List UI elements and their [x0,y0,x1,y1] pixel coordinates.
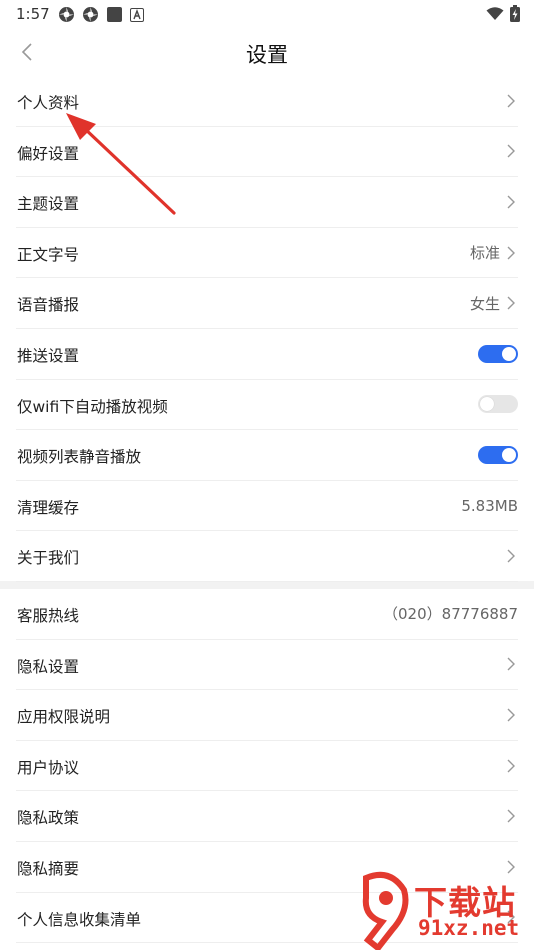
setting-label: 清理缓存 [17,498,80,517]
settings-row[interactable]: 关于我们 [16,531,518,582]
battery-charging-icon [510,5,520,22]
setting-control [504,690,518,740]
settings-row[interactable]: 正文字号 标准 [16,228,518,279]
setting-control [478,329,518,379]
section-divider [0,580,534,589]
chevron-right-icon [504,707,518,723]
watermark-logo-icon [362,872,409,950]
setting-label: 客服热线 [17,606,80,625]
setting-label: 个人资料 [17,94,80,112]
chevron-right-icon [504,295,518,311]
setting-label: 正文字号 [17,245,80,264]
toggle-switch[interactable] [478,395,518,414]
watermark: 下载站 91xz.net [356,870,534,950]
settings-row[interactable]: 个人资料 [16,76,518,127]
setting-value: 女生 [469,294,500,313]
chevron-right-icon [504,93,518,109]
setting-control [478,380,518,430]
a-notification-icon [130,7,144,22]
settings-row[interactable]: 偏好设置 [16,127,518,178]
settings-row[interactable]: 清理缓存 5.83MB [16,481,518,532]
chevron-right-icon [504,656,518,672]
status-bar: 1:57 [0,0,534,28]
app-notification-icon [83,7,98,22]
setting-control [504,791,518,841]
setting-label: 关于我们 [17,549,80,568]
setting-control [478,430,518,480]
settings-row[interactable]: 语音播报 女生 [16,278,518,329]
setting-label: 视频列表静音播放 [17,448,142,467]
setting-control [504,76,518,126]
setting-value: （020）87776887 [383,605,518,624]
settings-row[interactable]: 客服热线 （020）87776887 [16,589,518,640]
setting-label: 主题设置 [17,195,80,214]
toggle-switch[interactable] [478,445,518,464]
setting-label: 用户协议 [17,758,80,777]
settings-row[interactable]: 推送设置 [16,329,518,380]
status-system-icons [486,5,520,22]
status-time: 1:57 [16,5,50,23]
toggle-knob [480,397,494,412]
chevron-right-icon [504,194,518,210]
setting-control: 标准 [470,228,518,278]
wifi-icon [486,6,504,20]
chevron-right-icon [504,548,518,564]
page-title: 设置 [246,43,288,67]
settings-row[interactable]: 用户协议 [16,741,518,792]
settings-row[interactable]: 应用权限说明 [16,690,518,741]
settings-row[interactable]: 隐私政策 [16,791,518,842]
settings-list: 个人资料偏好设置主题设置正文字号 标准语音播报 女生推送设置仅wifi下自动播放视频… [0,76,534,944]
status-notification-icons [58,6,144,23]
setting-value: 标准 [469,244,500,263]
toggle-switch[interactable] [478,344,518,363]
app-notification-icon [59,7,74,22]
chevron-right-icon [504,808,518,824]
settings-row[interactable]: 主题设置 [16,177,518,228]
settings-group-general: 个人资料偏好设置主题设置正文字号 标准语音播报 女生推送设置仅wifi下自动播放视频… [0,76,534,582]
setting-value: 5.83MB [461,496,518,515]
setting-label: 偏好设置 [17,144,80,163]
setting-control [504,127,518,177]
setting-label: 隐私政策 [17,809,80,828]
nav-bar: 设置 [0,28,534,76]
setting-control [504,741,518,791]
setting-label: 语音播报 [17,296,80,315]
square-notification-icon [107,7,122,22]
setting-control: 女生 [470,278,518,328]
settings-row[interactable]: 视频列表静音播放 [16,430,518,481]
watermark-domain: 91xz.net [418,916,520,940]
settings-row[interactable]: 仅wifi下自动播放视频 [16,380,518,431]
setting-label: 隐私摘要 [17,859,80,878]
setting-control [504,531,518,581]
chevron-right-icon [504,143,518,159]
setting-label: 推送设置 [17,346,80,365]
setting-control [504,640,518,690]
setting-label: 个人信息收集清单 [17,910,142,929]
setting-label: 仅wifi下自动播放视频 [17,397,168,416]
chevron-right-icon [504,758,518,774]
setting-label: 隐私设置 [17,657,80,676]
setting-label: 应用权限说明 [17,708,111,727]
chevron-right-icon [504,245,518,261]
toggle-knob [502,447,516,462]
setting-control: 5.83MB [461,481,518,531]
toggle-knob [502,346,516,361]
setting-control [504,177,518,227]
settings-row[interactable]: 隐私设置 [16,640,518,691]
setting-control: （020）87776887 [383,589,518,639]
